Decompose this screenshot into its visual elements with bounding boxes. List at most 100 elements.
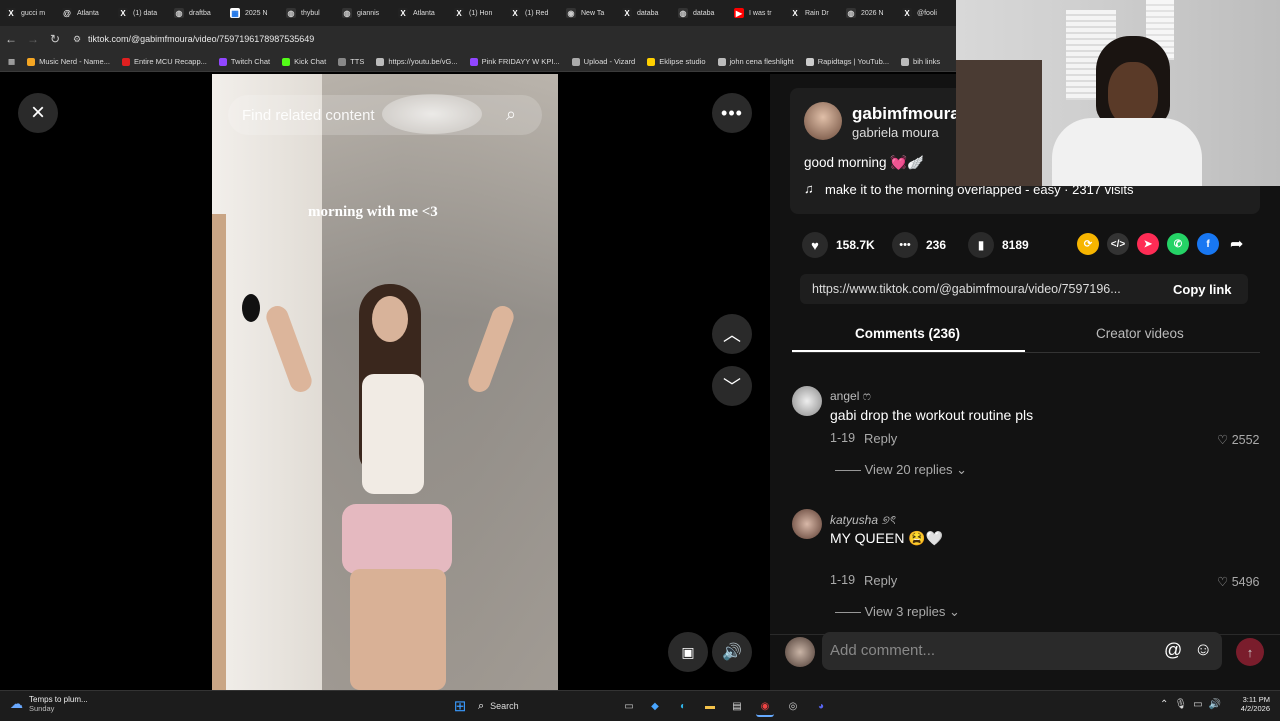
related-search-input[interactable]: Find related content ⌕ [228,95,542,135]
bookmark-item[interactable]: Upload - Vizard [571,57,635,66]
browser-tab[interactable]: ◍ databa [672,0,728,26]
bookmark-item[interactable]: Music Nerd - Name... [27,57,110,66]
author-username[interactable]: gabimfmoura [852,104,960,124]
emoji-icon[interactable]: ☺ [1194,639,1212,660]
like-button[interactable]: ♥ 158.7K [802,232,875,258]
comment-input[interactable]: Add comment... @ ☺ [822,632,1222,670]
my-avatar[interactable] [785,637,815,667]
browser-tab[interactable]: Xgucci m [0,0,56,26]
share-link-url[interactable]: https://www.tiktok.com/@gabimfmoura/vide… [812,282,1121,296]
browser-tab[interactable]: ◍ giannis [336,0,392,26]
repost-icon[interactable]: ⟳ [1077,233,1099,255]
comment-avatar[interactable] [792,509,822,539]
reply-button[interactable]: Reply [864,573,897,588]
comment-like[interactable]: ♡ 5496 [1217,574,1260,589]
browser-tab[interactable]: @ Atlanta [56,0,112,26]
site-info-icon[interactable]: ⚙ [66,28,88,50]
previous-video-button[interactable]: ︿ [712,314,752,354]
start-icon[interactable]: ⊞ [451,697,469,715]
reload-icon[interactable]: ↻ [44,28,66,50]
bookmark-item[interactable]: Rapidtags | YouTub... [805,57,889,66]
tab-creator-videos[interactable]: Creator videos [1096,326,1184,341]
bookmark-item[interactable]: https://youtu.be/vG... [376,57,458,66]
bookmark-item[interactable]: Pink FRIDAYY W KPI... [469,57,560,66]
threads-icon: @ [62,8,72,18]
bookmark-favicon-icon [901,57,910,66]
browser-tab[interactable]: Xdataba [616,0,672,26]
bookmark-item[interactable]: TTS [338,57,364,66]
close-button[interactable]: × [18,93,58,133]
tray-icons[interactable]: ⌃🎙▭🔊 [1160,699,1227,710]
browser-tab[interactable]: ◍ 2026 N [840,0,896,26]
save-button[interactable]: ▮ 8189 [968,232,1029,258]
reply-button[interactable]: Reply [864,431,897,446]
bookmark-item[interactable]: Kick Chat [282,57,326,66]
discord-icon[interactable]: ◕ [812,697,830,715]
bookmark-label: Music Nerd - Name... [39,57,110,66]
browser-tab[interactable]: ◍ draftba [168,0,224,26]
heart-outline-icon: ♡ [1217,575,1232,589]
send-icon[interactable]: ➤ [1137,233,1159,255]
comment-avatar[interactable] [792,386,822,416]
miniplayer-button[interactable]: ▣ [668,632,708,672]
more-options-button[interactable]: ••• [712,93,752,133]
whatsapp-icon[interactable]: ✆ [1167,233,1189,255]
video-player[interactable]: morning with me <3 [212,74,558,690]
post-comment-button[interactable]: ↑ [1236,638,1264,666]
bookmark-item[interactable]: Twitch Chat [218,57,270,66]
share-arrow-icon[interactable]: ➦ [1230,234,1243,254]
view-replies-button[interactable]: —— View 3 replies ⌄ [835,604,960,620]
taskbar-search[interactable]: ⌕ Search [478,696,608,716]
comment-date: 1-19 [830,431,856,445]
weather-widget[interactable]: ☁ Temps to plum... Sunday [10,695,88,713]
next-video-button[interactable]: ﹀ [712,366,752,406]
comment-button[interactable]: ••• 236 [892,232,946,258]
forward-icon[interactable]: → [22,28,44,50]
view-replies-button[interactable]: —— View 20 replies ⌄ [835,462,967,478]
x-icon: X [454,8,464,18]
bookmark-item[interactable]: bih links [901,57,940,66]
browser-tab[interactable]: X (1) data [112,0,168,26]
volume-button[interactable]: 🔊 [712,632,752,672]
copy-link-button[interactable]: Copy link [1173,282,1232,297]
browser-tab[interactable]: X Atlanta [392,0,448,26]
search-icon[interactable]: ⌕ [506,104,516,125]
browser-tab[interactable]: X (1) Hon [448,0,504,26]
browser-tab-label: 2025 N [245,9,268,17]
embed-icon[interactable]: </> [1107,233,1129,255]
bookmark-label: john cena fleshlight [729,57,794,66]
browser-tab[interactable]: ◉ New Ta [560,0,616,26]
facebook-icon[interactable]: f [1197,233,1219,255]
comment-author[interactable]: katyusha ୭ৎ [830,512,895,532]
browser-tab-label: I was tr [749,9,772,17]
comment-date: 1-19 [830,573,856,587]
author-avatar[interactable] [804,102,842,140]
copilot-icon[interactable]: ◆ [646,697,664,715]
tab-comments[interactable]: Comments (236) [855,326,960,341]
edge-icon[interactable]: ◐ [674,697,692,715]
back-icon[interactable]: ← [0,28,22,50]
task-view-icon[interactable]: ▭ [620,697,638,715]
apps-icon[interactable]: ▦ [8,57,15,66]
browser-tab[interactable]: ◍ thybul [280,0,336,26]
file-explorer-icon[interactable]: ▬ [701,697,719,715]
browser-tab[interactable]: ▶ I was tr [728,0,784,26]
globe-icon: ◍ [174,8,184,18]
bookmark-item[interactable]: Entire MCU Recapp... [121,57,207,66]
browser-tab[interactable]: X (1) Red [504,0,560,26]
comment-author[interactable]: angel ෆ [830,389,871,404]
bookmark-item[interactable]: Eklipse studio [647,57,706,66]
clock[interactable]: 3:11 PM 4/2/2026 [1236,695,1270,713]
bookmark-item[interactable]: john cena fleshlight [717,57,794,66]
mention-icon[interactable]: @ [1164,640,1182,661]
chrome-icon[interactable]: ◉ [756,697,774,717]
store-icon[interactable]: ▤ [728,697,746,715]
url-field[interactable]: tiktok.com/@gabimfmoura/video/7597196178… [88,34,314,44]
browser-tab-label: New Ta [581,9,605,17]
browser-tab[interactable]: ▦ 2025 N [224,0,280,26]
browser-tab-label: Atlanta [77,9,99,17]
comment-like[interactable]: ♡ 2552 [1217,432,1260,447]
browser-tab[interactable]: X Rain Dr [784,0,840,26]
obs-icon[interactable]: ◎ [784,697,802,715]
browser-tab[interactable]: X @fooli [896,0,952,26]
